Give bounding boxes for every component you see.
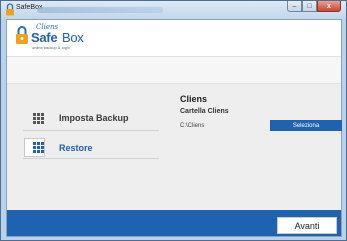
title-bar-reflection: [37, 7, 163, 13]
close-button[interactable]: x: [317, 1, 341, 12]
panel-subtitle: Cartella Cliens: [180, 108, 229, 115]
sidebar-item-label: Imposta Backup: [59, 113, 129, 123]
client-area: Cliens Safe Box online backup & login Im…: [6, 19, 342, 237]
minimize-button[interactable]: –: [287, 1, 302, 12]
folder-path: C:\Cliens: [180, 123, 205, 129]
logo-subtitle: online backup & login: [32, 45, 71, 50]
main-content: Imposta Backup Restore Cliens Cartella C…: [7, 84, 342, 210]
maximize-button[interactable]: □: [302, 1, 317, 12]
sidebar-item-label: Restore: [59, 142, 93, 153]
window-controls: – □ x: [287, 1, 341, 13]
app-lock-icon: [6, 3, 14, 16]
settings-panel: Cliens Cartella Cliens C:\Cliens Selezio…: [180, 84, 342, 210]
select-folder-button[interactable]: Seleziona: [270, 120, 342, 131]
title-bar[interactable]: SafeBox – □ x: [1, 1, 346, 19]
panel-title: Cliens: [180, 94, 208, 104]
next-button[interactable]: Avanti: [277, 217, 337, 234]
app-window: SafeBox – □ x Cliens Safe Box online bac…: [0, 0, 347, 241]
logo-name-box: Box: [62, 30, 84, 45]
header-divider-strip: [7, 56, 341, 84]
sidebar-item-imposta-backup[interactable]: Imposta Backup: [23, 107, 159, 129]
sidebar-item-restore[interactable]: Restore: [23, 137, 159, 159]
sidebar-item-icon-box: [24, 138, 45, 157]
app-header: Cliens Safe Box online backup & login: [7, 20, 341, 56]
logo-lock-icon: [16, 26, 28, 44]
sidebar: Imposta Backup Restore: [7, 84, 169, 210]
grid-icon: [32, 142, 44, 153]
grid-icon: [32, 112, 44, 124]
sidebar-item-icon-box: [24, 109, 45, 128]
footer-bar: Avanti: [7, 210, 341, 236]
sidebar-divider: [23, 130, 159, 131]
logo-name-safe: Safe: [31, 30, 58, 45]
